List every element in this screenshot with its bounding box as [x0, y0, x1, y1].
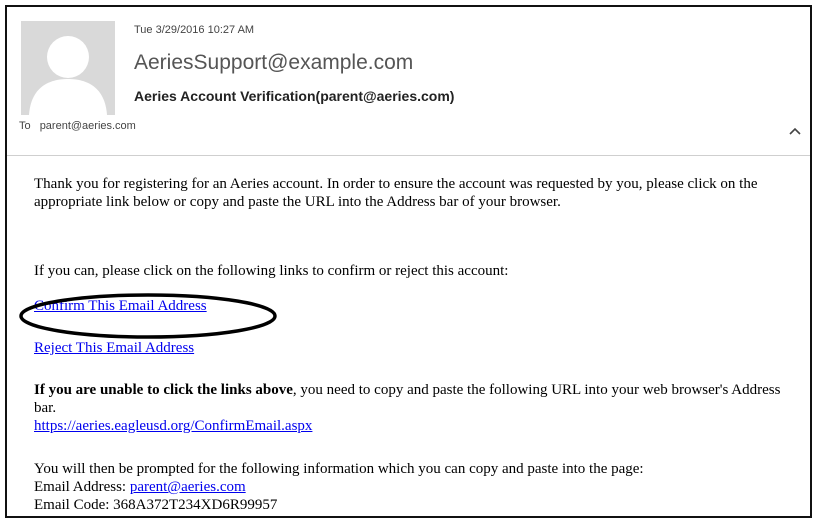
- confirm-url-link[interactable]: https://aeries.eagleusd.org/ConfirmEmail…: [34, 418, 312, 434]
- highlight-oval: [19, 293, 277, 339]
- sender-address[interactable]: AeriesSupport@example.com: [134, 51, 413, 75]
- header-divider: [7, 155, 810, 156]
- email-reading-pane: Tue 3/29/2016 10:27 AM AeriesSupport@exa…: [5, 5, 812, 518]
- reject-email-link[interactable]: Reject This Email Address: [34, 340, 194, 356]
- collapse-header-button[interactable]: [786, 124, 804, 138]
- reject-paragraph: Reject This Email Address: [34, 339, 784, 357]
- email-code-value: 368A372T234XD6R99957: [113, 497, 278, 513]
- unable-bold-text: If you are unable to click the links abo…: [34, 382, 293, 398]
- intro-paragraph: Thank you for registering for an Aeries …: [34, 176, 758, 210]
- email-code-label: Email Code:: [34, 497, 114, 513]
- to-label: To: [19, 120, 31, 132]
- message-header: Tue 3/29/2016 10:27 AM AeriesSupport@exa…: [7, 7, 810, 157]
- links-prompt: If you can, please click on the followin…: [34, 263, 509, 279]
- recipient-line: To parent@aeries.com: [19, 120, 136, 132]
- message-subject: Aeries Account Verification(parent@aerie…: [134, 88, 455, 104]
- email-address-link[interactable]: parent@aeries.com: [130, 479, 246, 495]
- unable-paragraph: If you are unable to click the links abo…: [34, 381, 784, 435]
- prompted-paragraph: You will then be prompted for the follow…: [34, 460, 784, 514]
- prompted-text: You will then be prompted for the follow…: [34, 461, 644, 477]
- sender-avatar: [21, 21, 115, 115]
- chevron-up-icon: [789, 127, 801, 135]
- message-date: Tue 3/29/2016 10:27 AM: [134, 24, 255, 36]
- person-silhouette-icon: [21, 21, 115, 115]
- email-address-label: Email Address:: [34, 479, 130, 495]
- recipient-address[interactable]: parent@aeries.com: [40, 120, 136, 132]
